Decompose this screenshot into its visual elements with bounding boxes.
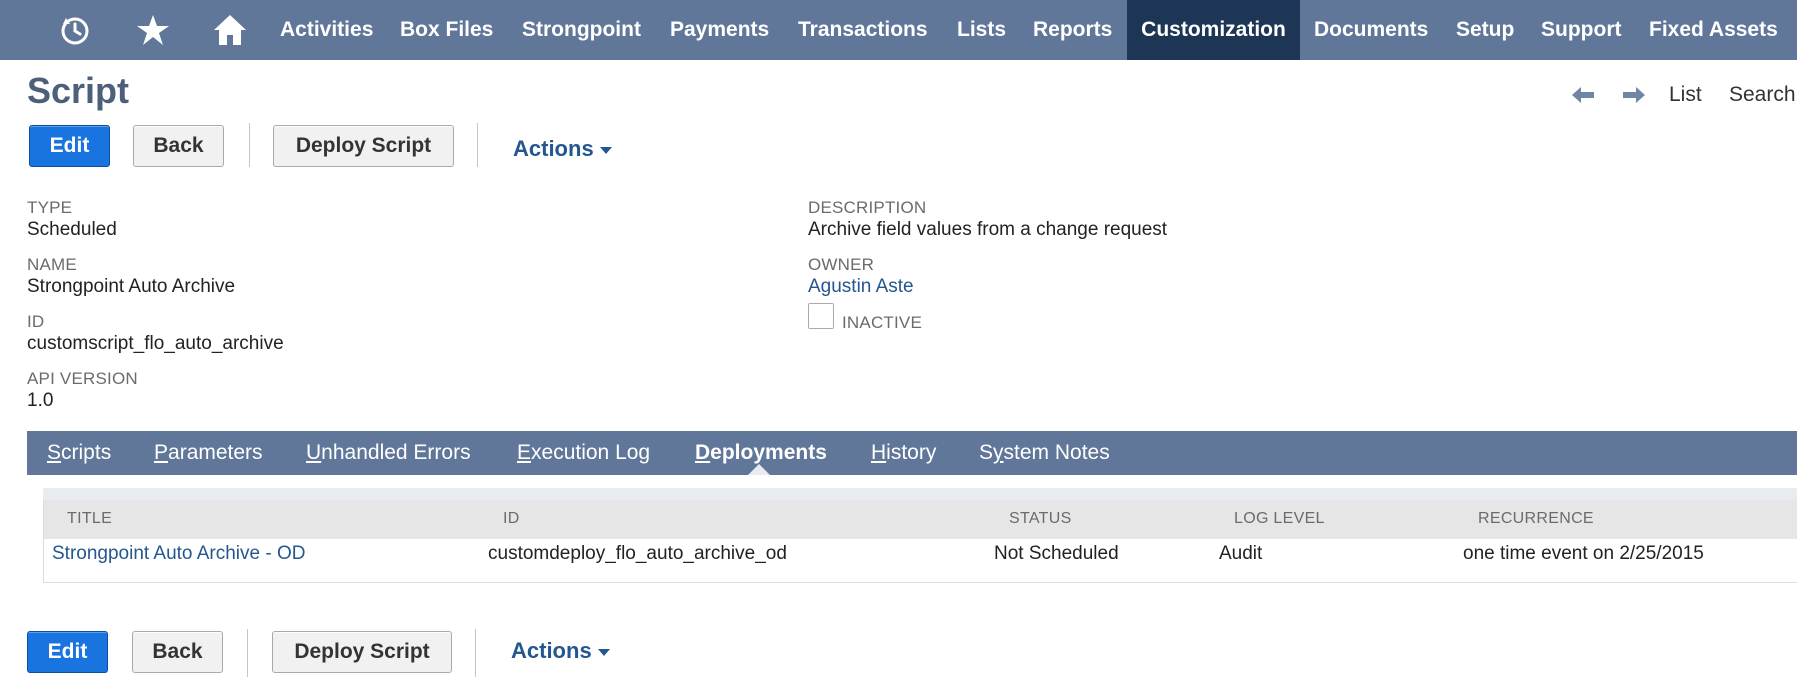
subtab-bar: Scripts Parameters Unhandled Errors Exec…	[27, 431, 1797, 475]
toolbar-divider	[477, 123, 478, 167]
column-header-recurrence[interactable]: RECURRENCE	[1478, 510, 1594, 528]
toolbar-divider-bottom	[475, 629, 476, 677]
list-link[interactable]: List	[1669, 80, 1702, 110]
nav-item-box-files[interactable]: Box Files	[388, 0, 505, 60]
api-version-value: 1.0	[27, 390, 54, 411]
api-version-label: API VERSION	[27, 369, 138, 388]
toolbar-divider-bottom	[247, 629, 248, 677]
tab-execution-log[interactable]: Execution Log	[517, 431, 650, 475]
tab-system-notes[interactable]: System Notes	[979, 431, 1110, 475]
owner-label: OWNER	[808, 255, 875, 274]
deployment-status: Not Scheduled	[994, 543, 1119, 564]
deployment-title-link[interactable]: Strongpoint Auto Archive - OD	[52, 543, 305, 565]
nav-item-fixed-assets[interactable]: Fixed Assets	[1637, 0, 1790, 60]
nav-item-activities[interactable]: Activities	[268, 0, 385, 60]
tab-scripts[interactable]: Scripts	[47, 431, 111, 475]
deployment-recurrence: one time event on 2/25/2015	[1463, 543, 1704, 564]
search-link[interactable]: Search	[1729, 80, 1796, 110]
star-icon[interactable]	[123, 0, 183, 60]
deploy-script-button-bottom[interactable]: Deploy Script	[272, 631, 452, 673]
nav-item-documents[interactable]: Documents	[1302, 0, 1440, 60]
nav-item-strongpoint[interactable]: Strongpoint	[510, 0, 653, 60]
nav-item-setup[interactable]: Setup	[1444, 0, 1526, 60]
tab-history[interactable]: History	[871, 431, 936, 475]
next-arrow-icon[interactable]	[1621, 84, 1647, 106]
owner-link[interactable]: Agustin Aste	[808, 276, 914, 298]
nav-item-transactions[interactable]: Transactions	[786, 0, 940, 60]
back-button-bottom[interactable]: Back	[132, 631, 223, 673]
nav-item-customization[interactable]: Customization	[1127, 0, 1300, 60]
back-button[interactable]: Back	[133, 125, 224, 167]
tab-unhandled-errors[interactable]: Unhandled Errors	[306, 431, 471, 475]
nav-item-support[interactable]: Support	[1529, 0, 1633, 60]
actions-menu-bottom[interactable]: Actions	[511, 638, 610, 664]
top-navigation-bar: Activities Box Files Strongpoint Payment…	[0, 0, 1797, 60]
active-tab-indicator	[748, 464, 770, 475]
inactive-checkbox[interactable]	[808, 303, 834, 329]
tab-parameters[interactable]: Parameters	[154, 431, 263, 475]
column-header-status[interactable]: STATUS	[1009, 510, 1072, 528]
nav-item-reports[interactable]: Reports	[1021, 0, 1124, 60]
nav-item-lists[interactable]: Lists	[945, 0, 1018, 60]
id-label: ID	[27, 312, 45, 331]
edit-button[interactable]: Edit	[29, 125, 110, 167]
name-value: Strongpoint Auto Archive	[27, 276, 236, 297]
description-value: Archive field values from a change reque…	[808, 219, 1168, 240]
toolbar-divider	[249, 123, 250, 167]
recent-history-icon[interactable]	[45, 0, 105, 60]
edit-button-bottom[interactable]: Edit	[27, 631, 108, 673]
actions-label-bottom: Actions	[511, 638, 592, 663]
inactive-label: INACTIVE	[842, 313, 923, 332]
actions-menu[interactable]: Actions	[513, 136, 612, 162]
column-header-id[interactable]: ID	[503, 510, 520, 528]
deploy-script-button[interactable]: Deploy Script	[273, 125, 454, 167]
page-title: Script	[27, 70, 130, 111]
nav-item-payments[interactable]: Payments	[658, 0, 781, 60]
name-label: NAME	[27, 255, 77, 274]
deployment-log-level: Audit	[1219, 543, 1263, 564]
previous-arrow-icon[interactable]	[1570, 84, 1596, 106]
chevron-down-icon	[599, 147, 612, 154]
type-value: Scheduled	[27, 219, 117, 240]
actions-label: Actions	[513, 136, 594, 161]
description-label: DESCRIPTION	[808, 198, 927, 217]
deployment-id: customdeploy_flo_auto_archive_od	[488, 543, 787, 564]
chevron-down-icon	[597, 649, 610, 656]
type-label: TYPE	[27, 198, 73, 217]
home-icon[interactable]	[200, 0, 260, 60]
column-header-log-level[interactable]: LOG LEVEL	[1234, 510, 1325, 528]
id-value: customscript_flo_auto_archive	[27, 333, 284, 354]
table-top-strip	[43, 488, 1797, 500]
column-header-title[interactable]: TITLE	[67, 510, 112, 528]
